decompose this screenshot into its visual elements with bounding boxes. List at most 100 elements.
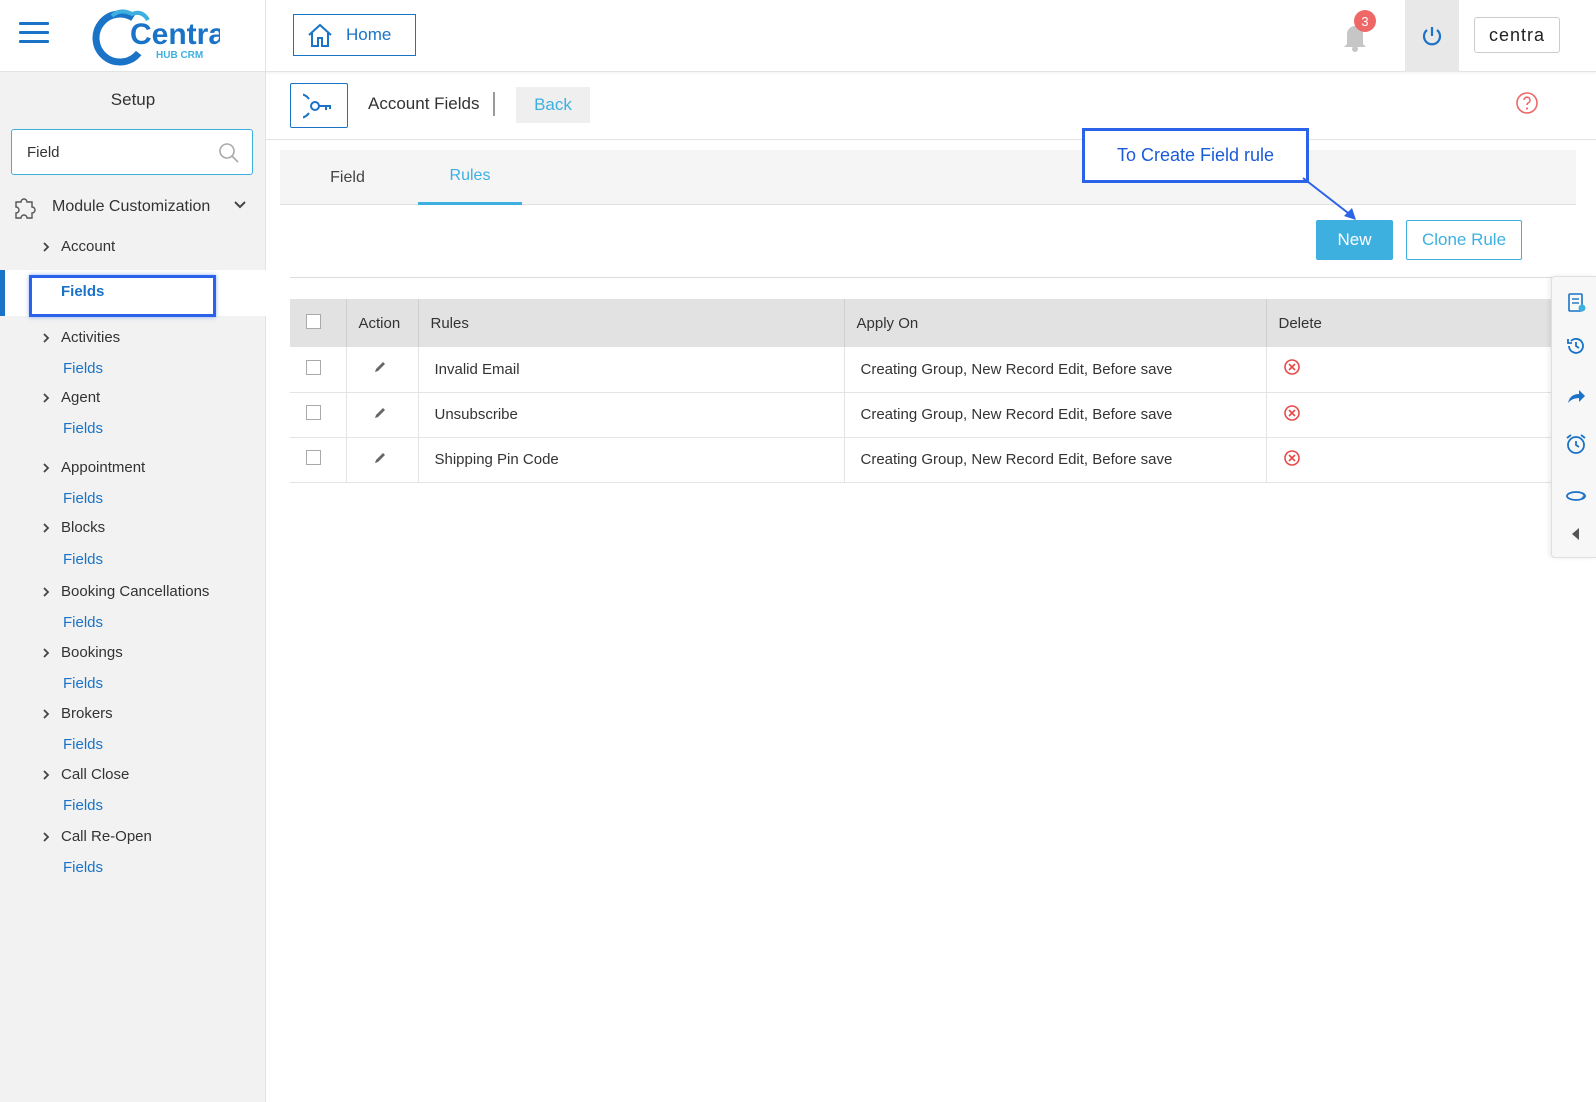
help-icon[interactable]: [1515, 91, 1539, 115]
row-checkbox[interactable]: [306, 405, 321, 420]
sidebar-item-label: Appointment: [61, 459, 146, 476]
chevron-right-icon: [43, 462, 50, 473]
sidebar-item-account[interactable]: Account: [41, 238, 115, 255]
sidebar-item-call-re-open[interactable]: Call Re-Open: [41, 828, 152, 845]
search-box[interactable]: [11, 129, 253, 175]
chevron-right-icon: [43, 769, 50, 780]
sidebar-link-call-re-open-fields[interactable]: Fields: [63, 859, 103, 876]
sidebar-item-bookings[interactable]: Bookings: [41, 644, 123, 661]
sidebar-item-appointment[interactable]: Appointment: [41, 459, 145, 476]
rule-name: Shipping Pin Code: [418, 437, 845, 483]
power-icon: [1422, 27, 1442, 46]
sidebar-item-label: Call Close: [61, 766, 130, 783]
table-row: Invalid Email Creating Group, New Record…: [290, 347, 1556, 393]
col-rules: Rules: [418, 299, 845, 347]
clone-rule-button[interactable]: Clone Rule: [1406, 220, 1522, 260]
rule-apply-on: Creating Group, New Record Edit, Before …: [844, 347, 1267, 393]
tab-field[interactable]: Field: [280, 150, 415, 205]
key-icon-button[interactable]: [290, 83, 348, 128]
annotation-callout: To Create Field rule: [1082, 128, 1309, 183]
sidebar-item-label: Call Re-Open: [61, 828, 152, 845]
select-all-cell: [290, 299, 347, 347]
table-row: Unsubscribe Creating Group, New Record E…: [290, 392, 1556, 438]
row-checkbox[interactable]: [306, 450, 321, 465]
table-row: Shipping Pin Code Creating Group, New Re…: [290, 437, 1556, 483]
centra-logo[interactable]: Centra HUB CRM: [90, 6, 225, 66]
power-button[interactable]: [1405, 0, 1459, 72]
sidebar-item-activities[interactable]: Activities: [41, 329, 120, 346]
search-icon[interactable]: [218, 142, 240, 164]
chevron-down-icon[interactable]: [233, 198, 247, 212]
sidebar-item-blocks[interactable]: Blocks: [41, 519, 105, 536]
sidebar-link-appointment-fields[interactable]: Fields: [63, 490, 103, 507]
home-icon: [308, 23, 332, 47]
pencil-icon[interactable]: [373, 360, 387, 374]
row-checkbox[interactable]: [306, 359, 321, 375]
sidebar-link-bookings-fields[interactable]: Fields: [63, 675, 103, 692]
sidebar-item-label: Agent: [61, 389, 101, 406]
sidebar: Setup Module Customization Account Field…: [0, 72, 266, 1102]
module-label: Module Customization: [52, 198, 211, 215]
annotation-arrow: [1302, 177, 1356, 220]
sidebar-item-brokers[interactable]: Brokers: [41, 705, 113, 722]
sidebar-link-agent-fields[interactable]: Fields: [63, 420, 103, 437]
delete-circle-icon[interactable]: [1283, 404, 1301, 422]
sidebar-item-booking-cancellations[interactable]: Booking Cancellations: [41, 583, 209, 600]
divider: [290, 277, 1556, 278]
new-rule-button[interactable]: New: [1316, 220, 1393, 260]
table-header-row: Action Rules Apply On Delete: [290, 299, 1556, 347]
sidebar-item-label: Bookings: [61, 644, 123, 661]
rule-name: Unsubscribe: [418, 392, 845, 438]
brand-text: centra: [1488, 24, 1546, 45]
col-action: Action: [346, 299, 419, 347]
rule-apply-on: Creating Group, New Record Edit, Before …: [844, 392, 1267, 438]
title-divider: [493, 92, 495, 116]
view-360-icon[interactable]: [1565, 483, 1587, 505]
chevron-right-icon: [43, 332, 50, 343]
svg-text:HUB CRM: HUB CRM: [156, 50, 203, 61]
chevron-right-icon: [43, 647, 50, 658]
select-all-checkbox[interactable]: [306, 313, 321, 329]
collapse-left-icon[interactable]: [1565, 523, 1587, 545]
sidebar-item-label: Blocks: [61, 519, 106, 536]
logo-area: Centra HUB CRM: [0, 0, 266, 72]
sidebar-item-label: Account: [61, 238, 116, 255]
sidebar-item-call-close[interactable]: Call Close: [41, 766, 129, 783]
clipboard-icon[interactable]: [1565, 291, 1587, 313]
sidebar-link-activities-fields[interactable]: Fields: [63, 360, 103, 377]
right-tool-rail: [1551, 276, 1596, 558]
chevron-right-icon: [43, 241, 50, 252]
sidebar-item-label: Brokers: [61, 705, 113, 722]
sidebar-link-call-close-fields[interactable]: Fields: [63, 797, 103, 814]
chevron-right-icon: [43, 708, 50, 719]
module-customization[interactable]: Module Customization: [12, 192, 257, 222]
pencil-icon[interactable]: [373, 406, 387, 420]
top-bar: Centra HUB CRM Home 3 centra: [0, 0, 1596, 72]
back-button[interactable]: Back: [516, 87, 590, 123]
sidebar-item-agent[interactable]: Agent: [41, 389, 100, 406]
sidebar-link-brokers-fields[interactable]: Fields: [63, 736, 103, 753]
brand-logo: centra: [1474, 17, 1560, 53]
tab-rules[interactable]: Rules: [418, 150, 522, 205]
hamburger-icon[interactable]: [19, 22, 49, 46]
delete-circle-icon[interactable]: [1283, 449, 1301, 467]
sidebar-link-blocks-fields[interactable]: Fields: [63, 551, 103, 568]
svg-text:Centra: Centra: [130, 18, 220, 51]
rule-name: Invalid Email: [418, 347, 845, 393]
delete-circle-icon[interactable]: [1283, 358, 1301, 376]
chevron-right-icon: [43, 522, 50, 533]
history-icon[interactable]: [1565, 335, 1587, 357]
key-icon: [303, 93, 331, 118]
tab-bar: Field Rules: [280, 150, 1576, 205]
home-button[interactable]: Home: [293, 14, 416, 56]
pencil-icon[interactable]: [373, 451, 387, 465]
puzzle-icon: [15, 198, 36, 219]
share-icon[interactable]: [1565, 385, 1587, 407]
alarm-clock-icon[interactable]: [1565, 433, 1587, 455]
sidebar-item-label: Activities: [61, 329, 121, 346]
search-input[interactable]: [12, 130, 192, 174]
page-header: Account Fields Back: [266, 72, 1596, 140]
col-delete: Delete: [1266, 299, 1556, 347]
sidebar-link-booking-cancellations-fields[interactable]: Fields: [63, 614, 103, 631]
chevron-right-icon: [43, 586, 50, 597]
